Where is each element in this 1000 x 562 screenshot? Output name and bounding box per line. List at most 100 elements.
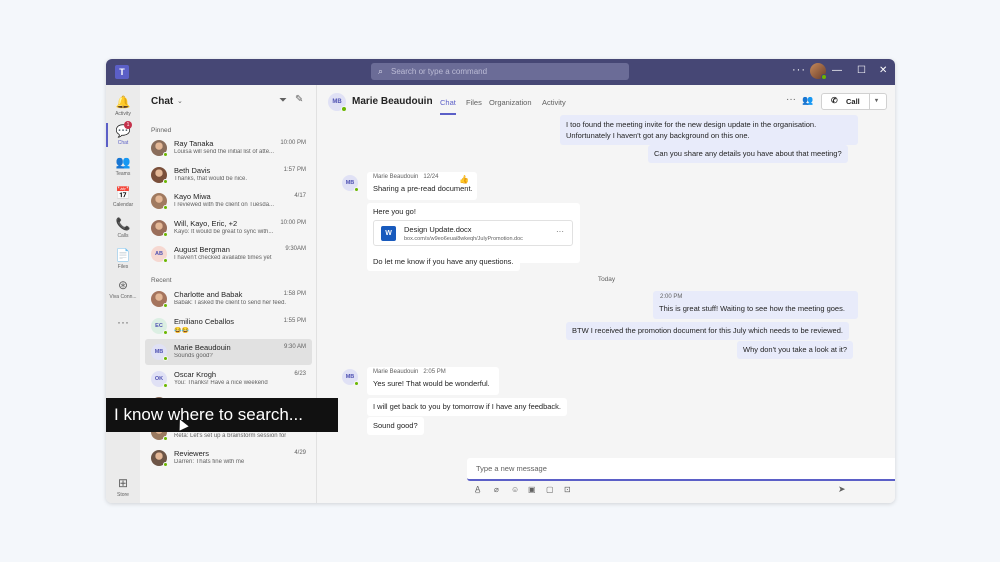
message-text: This is great stuff! Waiting to see how … (659, 304, 845, 313)
contact-name: Marie Beaudouin (174, 343, 231, 352)
new-chat-icon[interactable]: ✎ (295, 94, 303, 105)
avatar-initials: OK (154, 375, 164, 382)
attach-icon[interactable]: ⌀ (494, 485, 499, 494)
chevron-down-icon[interactable]: ⌄ (177, 97, 183, 105)
chat-list-item[interactable]: Will, Kayo, Eric, +2 Kayo: It would be gr… (145, 215, 312, 241)
settings-more-icon[interactable]: ··· (792, 64, 806, 76)
message-outgoing: BTW I received the promotion document fo… (566, 322, 849, 340)
file-icon: 📄 (115, 248, 131, 262)
rail-item-more[interactable]: ··· (106, 312, 140, 342)
format-icon[interactable]: A̲ (475, 485, 480, 494)
presence-icon (163, 178, 168, 184)
close-button[interactable]: ✕ (879, 64, 887, 78)
presence-icon (354, 381, 359, 386)
chat-list-header: Chat ⌄ ⏷ ✎ (140, 85, 317, 119)
chat-list-item[interactable]: Ray Tanaka Louisa will send the initial l… (145, 135, 312, 161)
message-time: 9:30AM (285, 246, 306, 252)
avatar (151, 140, 168, 157)
file-attachment-card[interactable]: W Design Update.docx box.com/s/w9eo6euai… (373, 220, 573, 246)
message-preview: You: Thanks! Have a nice weekend (174, 379, 268, 386)
rail-item-store[interactable]: ⊞ Store (106, 473, 140, 503)
presence-icon (163, 152, 168, 157)
tab-organization[interactable]: Organization (489, 98, 532, 107)
avatar: OK (151, 370, 168, 388)
message-input[interactable] (467, 458, 895, 479)
rail-item-calendar[interactable]: 📅 Calendar (106, 183, 140, 213)
filter-icon[interactable]: ⏷ (279, 95, 287, 106)
rail-item-chat[interactable]: 💬 Chat 1 (106, 121, 140, 151)
contact-name: Beth Davis (174, 165, 211, 175)
contact-name: Marie Beaudouin (352, 96, 433, 107)
message-preview: Babak: I asked the client to send her fe… (174, 300, 286, 306)
contact-initials: MB (332, 99, 342, 105)
like-reaction-icon[interactable]: 👍 (459, 175, 469, 184)
rail-label: Viva Conn... (109, 294, 137, 300)
rail-label: Chat (117, 140, 129, 146)
file-more-icon[interactable]: ··· (556, 227, 564, 236)
chat-list-item[interactable]: AB August Bergman I haven't checked availa… (145, 241, 312, 267)
contact-avatar[interactable]: MB (328, 93, 347, 112)
message-outgoing: I too found the meeting invite for the n… (560, 115, 858, 145)
emoji-icon[interactable]: ☺ (511, 485, 519, 494)
chat-list-item[interactable]: Reviewers Darren: Thats fine with me 4/29 (145, 445, 312, 471)
rail-label: Activity (115, 111, 131, 117)
sender-name: Marie Beaudouin (373, 174, 419, 180)
message-time: 10:00 PM (280, 219, 306, 226)
presence-icon (163, 205, 168, 210)
avatar (151, 219, 168, 237)
tab-chat[interactable]: Chat (440, 98, 456, 115)
avatar-initials: MB (154, 349, 164, 355)
more-apps-icon[interactable]: ⊡ (564, 485, 571, 494)
teams-logo-icon: T (115, 65, 129, 79)
command-search-box[interactable]: ⌕ Search or type a command (371, 63, 629, 80)
chat-pane: MB Marie Beaudouin Chat Files Organizati… (318, 85, 895, 503)
presence-icon (163, 382, 168, 388)
chat-list-item[interactable]: OK Oscar Krogh You: Thanks! Have a nice we… (145, 366, 312, 392)
call-button[interactable]: ✆ Call ▾ (821, 93, 887, 110)
rail-item-viva[interactable]: ⊛ Viva Conn... (106, 275, 140, 305)
rail-item-teams[interactable]: 👥 Teams (106, 152, 140, 182)
maximize-button[interactable]: ☐ (857, 64, 866, 78)
chat-list-item[interactable]: EC Emiliano Ceballos 😂😂 1:55 PM (145, 313, 312, 339)
message-preview: Sounds good? (174, 353, 213, 359)
call-divider (869, 94, 870, 109)
send-icon[interactable]: ➤ (838, 484, 846, 495)
avatar (151, 450, 168, 467)
avatar: MB (151, 344, 168, 361)
avatar (151, 291, 168, 308)
chat-list-item[interactable]: Charlotte and Babak Babak: I asked the cl… (145, 286, 312, 312)
contact-name: Reviewers (174, 449, 210, 458)
message-time: 2:00 PM (660, 294, 683, 300)
message-time: 12/24 (423, 174, 439, 180)
unread-badge: 1 (124, 121, 132, 129)
user-avatar[interactable] (810, 63, 827, 80)
rail-item-activity[interactable]: 🔔 Activity (106, 92, 140, 122)
file-name[interactable]: Design Update.docx (404, 225, 472, 234)
sender-initials: MB (345, 374, 355, 380)
chat-list-title[interactable]: Chat (151, 96, 173, 107)
message-incoming: Sound good? (367, 417, 424, 435)
rail-item-files[interactable]: 📄 Files (106, 245, 140, 275)
contact-name: Will, Kayo, Eric, +2 (174, 218, 238, 228)
viva-icon: ⊛ (117, 278, 129, 292)
rail-item-calls[interactable]: 📞 Calls (106, 214, 140, 244)
chat-list-item[interactable]: Beth Davis Thanks, that would be nice. 1:5… (145, 162, 312, 188)
gif-icon[interactable]: ▣ (528, 485, 536, 494)
minimize-button[interactable]: — (832, 64, 842, 78)
tab-files[interactable]: Files (466, 98, 482, 107)
more-options-icon[interactable]: ··· (786, 94, 796, 105)
tab-activity[interactable]: Activity (542, 98, 566, 107)
presence-icon (163, 435, 168, 441)
rail-label: Store (117, 492, 129, 498)
message-preview: Thanks, that would be nice. (174, 175, 248, 182)
sticker-icon[interactable]: ▢ (546, 485, 554, 494)
chevron-down-icon[interactable]: ▾ (875, 97, 878, 104)
sender-avatar[interactable]: MB (342, 369, 359, 386)
add-people-icon[interactable]: 👥 (802, 95, 813, 106)
message-text: Here you go! (373, 207, 416, 216)
sender-avatar[interactable]: MB (342, 175, 359, 192)
bell-icon: 🔔 (115, 95, 131, 109)
chat-list-panel: Chat ⌄ ⏷ ✎ Pinned Ray Tanaka Louisa will … (140, 85, 317, 503)
chat-list-item[interactable]: Kayo Miwa I reviewed with the client on T… (145, 188, 312, 214)
chat-list-item[interactable]: MB Marie Beaudouin Sounds good? 9:30 AM (145, 339, 312, 365)
